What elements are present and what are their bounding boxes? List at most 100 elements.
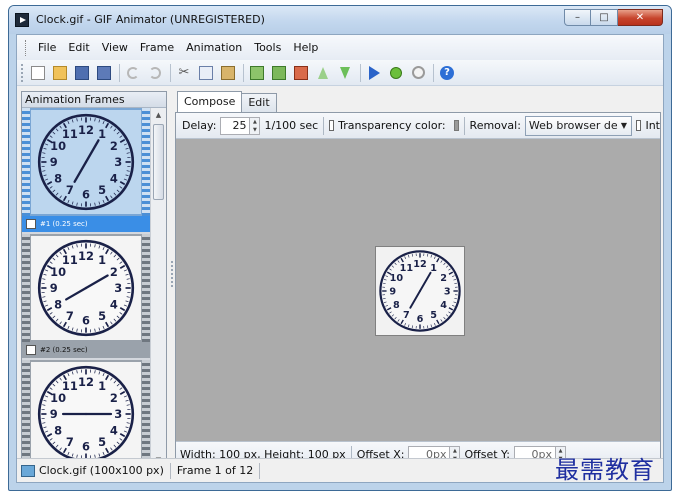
open-button[interactable] [51,64,69,82]
clock-numeral: 1 [98,379,106,393]
menu-file[interactable]: File [32,39,62,56]
frames-list: 12 1 2 3 4 5 6 7 8 9 10 11 #1 (0.25 sec) 12 1 2 3 4 5 6 7 8… [22,108,150,467]
maximize-button[interactable]: □ [591,9,618,26]
frame-button[interactable] [248,64,266,82]
delay-spinner[interactable]: 25 ▲ ▼ [220,116,261,135]
menu-edit[interactable]: Edit [62,39,95,56]
save-as-button[interactable] [95,64,113,82]
delay-input[interactable]: 25 [220,116,251,135]
removal-select[interactable]: Web browser de ▼ [524,115,632,136]
tab-compose[interactable]: Compose [177,91,243,112]
save-button[interactable] [73,64,91,82]
title-bar[interactable]: Clock.gif - GIF Animator (UNREGISTERED) … [9,6,671,34]
timer-button[interactable] [409,64,427,82]
clock-numeral: 3 [114,407,122,421]
status-separator [169,462,171,479]
frame-options-bar: Delay: 25 ▲ ▼ 1/100 sec Transparency colo… [176,113,660,139]
play-button[interactable] [365,64,383,82]
menu-view[interactable]: View [96,39,134,56]
preview-button[interactable] [387,64,405,82]
clock-numeral: 8 [54,423,62,437]
clock-numeral: 5 [98,309,106,323]
redo-button[interactable] [146,64,164,82]
add-frame-icon [272,65,286,80]
frame-checkbox[interactable] [26,219,36,229]
chevron-down-icon[interactable]: ▼ [617,121,631,130]
app-icon[interactable] [15,13,29,27]
clock-numeral: 1 [98,253,106,267]
window-controls: – □ ✕ [564,9,663,26]
delay-spinner-arrows[interactable]: ▲ ▼ [250,116,261,135]
clock-numeral: 9 [389,287,396,298]
frame-preview: 12 1 2 3 4 5 6 7 8 9 10 11 [31,110,141,214]
canvas-frame-image[interactable]: 12 1 2 3 4 5 6 7 8 9 10 11 [375,246,465,336]
menu-frame[interactable]: Frame [134,39,180,56]
film-strip-edge [22,360,30,467]
menu-grip[interactable] [25,39,29,56]
frame-caption-text: #1 (0.25 sec) [40,220,88,228]
preview-icon [390,66,402,79]
menu-help[interactable]: Help [287,39,324,56]
add-frame-button[interactable] [270,64,288,82]
move-up-button[interactable] [314,64,332,82]
clock-numeral: 2 [110,265,118,279]
new-button[interactable] [29,64,47,82]
removal-label: Removal: [469,119,521,132]
clock-numeral: 3 [444,287,451,298]
frame-thumbnail[interactable]: 12 1 2 3 4 5 6 7 8 9 10 11 [22,360,150,467]
clock-numeral: 6 [82,439,90,453]
toolbar-separator [119,63,120,82]
timer-icon [411,66,425,79]
clock-numeral: 11 [400,263,414,274]
removal-select-value: Web browser de [528,119,617,132]
undo-button[interactable] [124,64,142,82]
redo-icon [149,66,161,79]
transparency-checkbox[interactable] [328,120,335,131]
help-button[interactable]: ? [438,64,456,82]
menu-animation[interactable]: Animation [180,39,248,56]
clock-image: 12 1234567891011 [379,250,461,332]
clock-numeral: 7 [403,310,410,321]
open-icon [53,65,67,80]
paste-button[interactable] [219,64,237,82]
transparency-color-swatch[interactable] [453,120,460,131]
frame-caption: #2 (0.25 sec) [22,342,150,358]
frames-scrollbar[interactable]: ▲ ▼ [150,108,166,467]
minimize-button[interactable]: – [564,9,591,26]
toolbar-grip[interactable] [21,63,25,82]
scrollbar-thumb[interactable] [153,124,164,200]
clock-numeral: 4 [110,297,118,311]
clock-numeral: 9 [50,407,58,421]
cut-icon: ✂ [178,64,190,80]
compose-canvas[interactable]: 12 1 2 3 4 5 6 7 8 9 10 11 [176,139,660,441]
clock-image: 12 1234567891011 [37,113,135,211]
copy-button[interactable] [197,64,215,82]
delete-frame-icon [294,65,308,80]
clock-image: 12 1234567891011 [37,365,135,463]
clock-numeral: 3 [114,155,122,169]
spin-up-icon[interactable]: ▲ [450,447,459,455]
menu-tools[interactable]: Tools [248,39,287,56]
scroll-up-icon[interactable]: ▲ [151,108,166,122]
save-as-icon [97,65,111,80]
cut-button[interactable]: ✂ [175,64,193,82]
frame-checkbox[interactable] [26,345,36,355]
toolbar-separator [433,63,434,82]
clock-numeral: 2 [110,391,118,405]
frame-icon [250,65,264,80]
clock-numeral: 7 [66,435,74,449]
frame-thumbnail[interactable]: 12 1 2 3 4 5 6 7 8 9 10 11 #2 (0.25 sec) [22,234,150,358]
status-frame-counter: Frame 1 of 12 [176,464,254,477]
frame-thumbnail[interactable]: 12 1 2 3 4 5 6 7 8 9 10 11 #1 (0.25 sec) [22,108,150,232]
tab-edit[interactable]: Edit [241,93,277,112]
spin-down-icon[interactable]: ▼ [250,126,259,134]
delete-frame-button[interactable] [292,64,310,82]
spin-up-icon[interactable]: ▲ [250,118,259,126]
interlace-checkbox[interactable] [635,120,642,131]
move-down-button[interactable] [336,64,354,82]
clock-numeral: 3 [114,281,122,295]
watermark-text: 最需教育 [555,456,655,484]
close-button[interactable]: ✕ [618,9,663,26]
frames-panel-title: Animation Frames [22,92,166,108]
film-strip-edge [22,234,30,342]
